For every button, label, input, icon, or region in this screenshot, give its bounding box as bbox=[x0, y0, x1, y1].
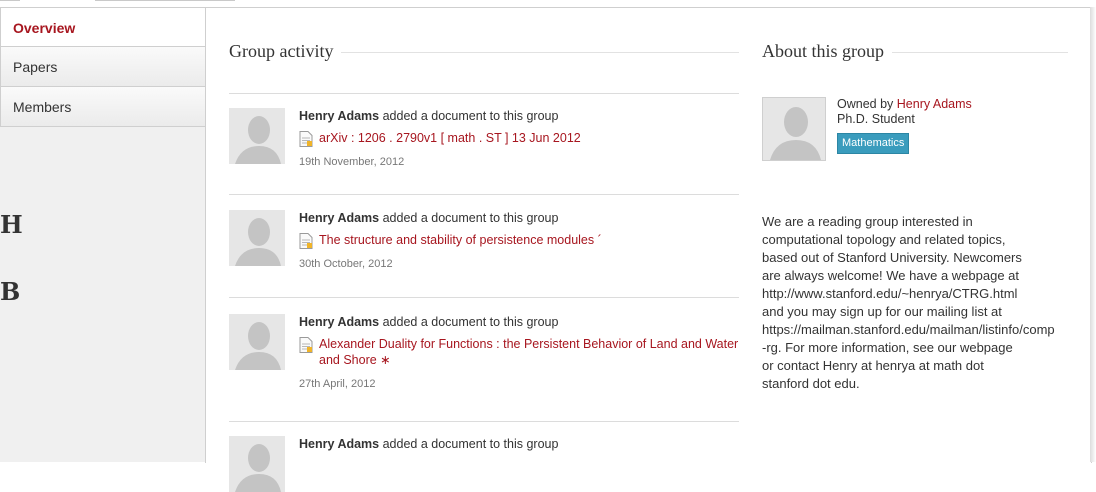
cut-off-letter: B bbox=[0, 277, 21, 306]
feed-divider bbox=[229, 194, 739, 195]
avatar[interactable] bbox=[229, 436, 285, 492]
avatar[interactable] bbox=[229, 108, 285, 164]
feed-divider bbox=[229, 93, 739, 94]
document-link[interactable]: The structure and stability of persisten… bbox=[319, 233, 602, 247]
owner-link[interactable]: Henry Adams bbox=[897, 97, 972, 111]
document-link[interactable]: arXiv : 1206 . 2790v1 [ math . ST ] 13 J… bbox=[319, 131, 581, 145]
owner-role: Ph.D. Student bbox=[837, 112, 915, 126]
user-link[interactable]: Henry Adams bbox=[299, 315, 379, 329]
avatar[interactable] bbox=[229, 314, 285, 370]
activity-date: 19th November, 2012 bbox=[299, 156, 405, 168]
feed-divider bbox=[229, 297, 739, 298]
feed-divider bbox=[229, 421, 739, 422]
cut-off-letter: H bbox=[0, 210, 23, 239]
about-title: About this group bbox=[762, 41, 893, 62]
owned-by-label: Owned by bbox=[837, 97, 894, 111]
group-description: We are a reading group interested in com… bbox=[762, 214, 1055, 391]
sidebar: Overview Papers Members H B bbox=[0, 7, 206, 462]
document-icon bbox=[299, 337, 313, 353]
nav-item-members[interactable]: Members bbox=[0, 87, 206, 127]
user-link[interactable]: Henry Adams bbox=[299, 211, 379, 225]
user-link[interactable]: Henry Adams bbox=[299, 437, 379, 451]
nav-item-overview[interactable]: Overview bbox=[0, 7, 206, 47]
sidebar-nav: Overview Papers Members bbox=[0, 7, 206, 127]
subject-tag[interactable]: Mathematics bbox=[837, 133, 910, 154]
activity-action: added a document to this group bbox=[382, 211, 559, 225]
activity-action: added a document to this group bbox=[382, 315, 559, 329]
group-activity-title: Group activity bbox=[229, 41, 342, 62]
avatar[interactable] bbox=[229, 210, 285, 266]
activity-date: 27th April, 2012 bbox=[299, 378, 376, 390]
document-icon bbox=[299, 131, 313, 147]
document-link[interactable]: Alexander Duality for Functions : the Pe… bbox=[319, 337, 738, 367]
activity-date: 30th October, 2012 bbox=[299, 258, 393, 270]
activity-action: added a document to this group bbox=[382, 109, 559, 123]
owner-info: Owned by Henry Adams Ph.D. Student Mathe… bbox=[837, 97, 972, 154]
document-icon bbox=[299, 233, 313, 249]
nav-item-papers[interactable]: Papers bbox=[0, 47, 206, 87]
user-link[interactable]: Henry Adams bbox=[299, 109, 379, 123]
owner-avatar[interactable] bbox=[762, 97, 826, 161]
activity-action: added a document to this group bbox=[382, 437, 559, 451]
